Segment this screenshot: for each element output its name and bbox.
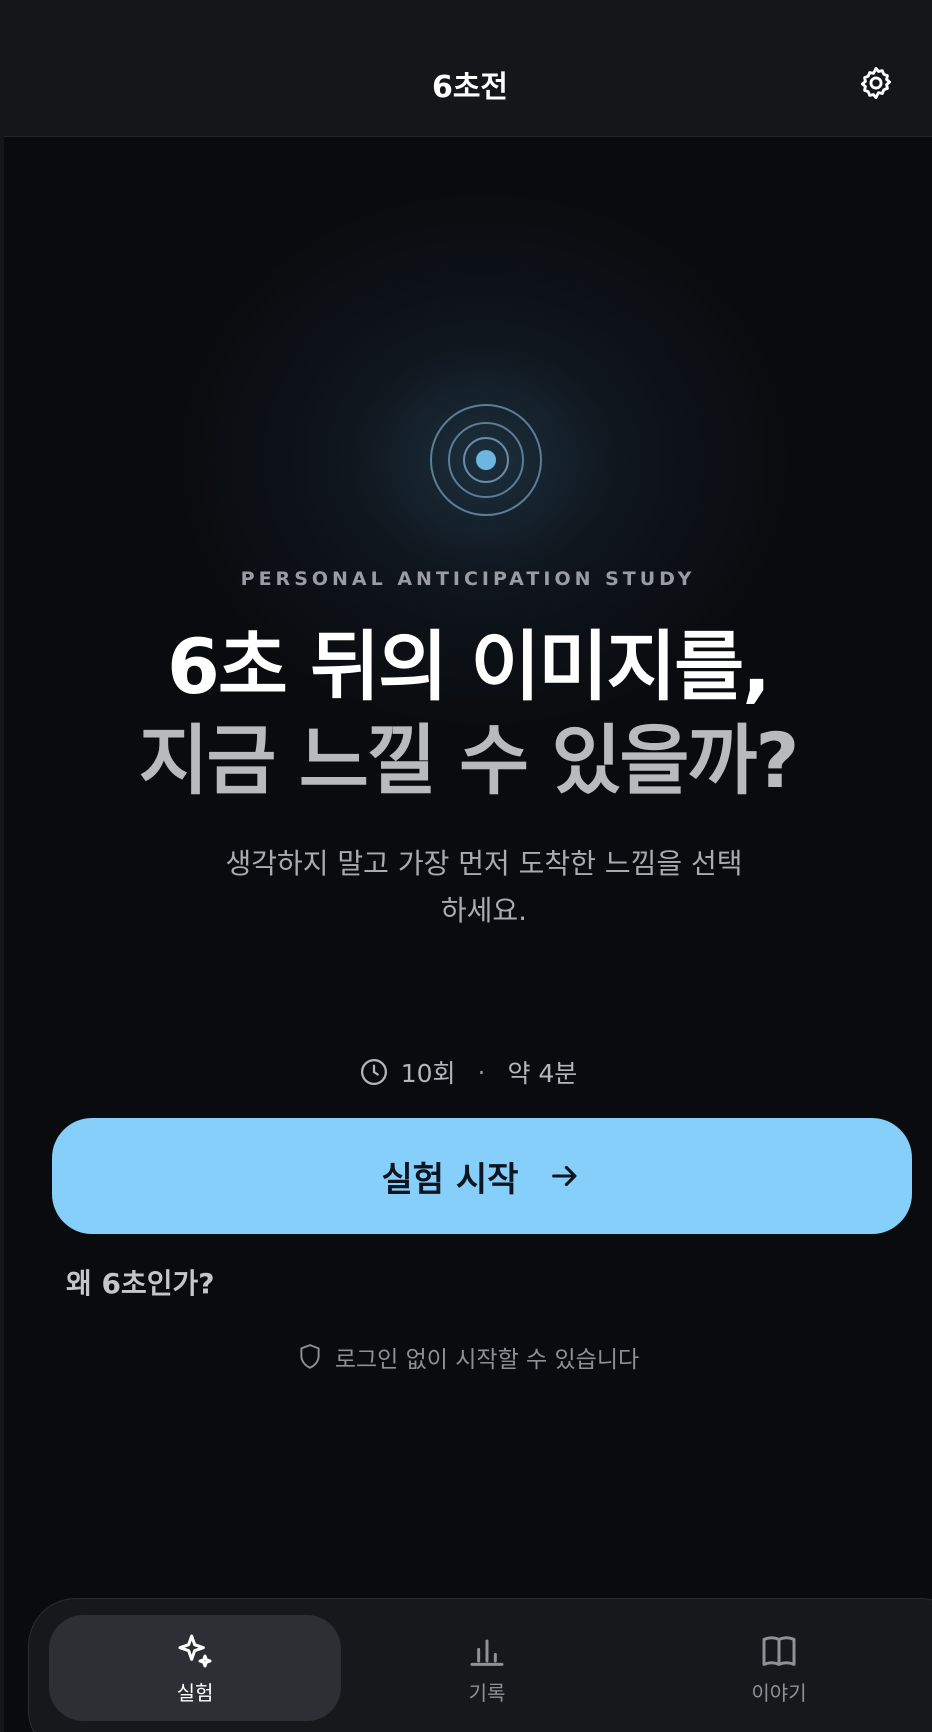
headline-line-2: 지금 느낄 수 있을까?: [138, 716, 800, 805]
start-experiment-button[interactable]: 실험 시작: [52, 1118, 912, 1234]
study-kicker: PERSONAL ANTICIPATION STUDY: [240, 568, 696, 590]
duration-estimate: 약 4분: [507, 1059, 578, 1088]
bottom-navigation: 실험 기록 이야기: [28, 1598, 932, 1732]
start-button-label: 실험 시작: [381, 1159, 519, 1200]
radar-icon: [430, 404, 542, 516]
arrow-right-icon: [552, 1165, 577, 1187]
shield-icon: [300, 1344, 320, 1369]
gear-icon: [860, 67, 892, 99]
app-title: 6초전: [431, 70, 509, 105]
clock-icon: [360, 1059, 387, 1085]
no-login-text: 로그인 없이 시작할 수 있습니다: [334, 1347, 640, 1373]
nav-label-stories: 이야기: [751, 1680, 807, 1705]
meta-separator: ·: [477, 1057, 486, 1087]
why-six-seconds-link[interactable]: 왜 6초인가?: [66, 1262, 215, 1302]
nav-tab-experiment[interactable]: 실험: [49, 1615, 341, 1721]
settings-button[interactable]: [856, 63, 896, 103]
app-screen: 6초전 PERSONAL ANTICIPATION STUDY 6초 뒤의 이미…: [0, 0, 932, 1732]
nav-label-records: 기록: [468, 1680, 506, 1705]
top-bar: 6초전: [4, 0, 932, 137]
nav-tab-stories[interactable]: 이야기: [633, 1615, 925, 1721]
sparkle-icon: [178, 1634, 212, 1667]
session-meta: 10회 · 약 4분: [4, 1054, 932, 1090]
book-icon: [762, 1635, 796, 1666]
rounds-count: 10회: [400, 1059, 456, 1088]
headline-line-1: 6초 뒤의 이미지를,: [166, 622, 771, 711]
headline: 6초 뒤의 이미지를, 지금 느낄 수 있을까?: [4, 620, 932, 808]
subtitle: 생각하지 말고 가장 먼저 도착한 느낌을 선택하세요.: [225, 847, 743, 927]
nav-tab-records[interactable]: 기록: [341, 1615, 633, 1721]
bar-chart-icon: [470, 1639, 504, 1666]
nav-label-experiment: 실험: [176, 1680, 214, 1705]
no-login-note: 로그인 없이 시작할 수 있습니다: [4, 1340, 932, 1374]
